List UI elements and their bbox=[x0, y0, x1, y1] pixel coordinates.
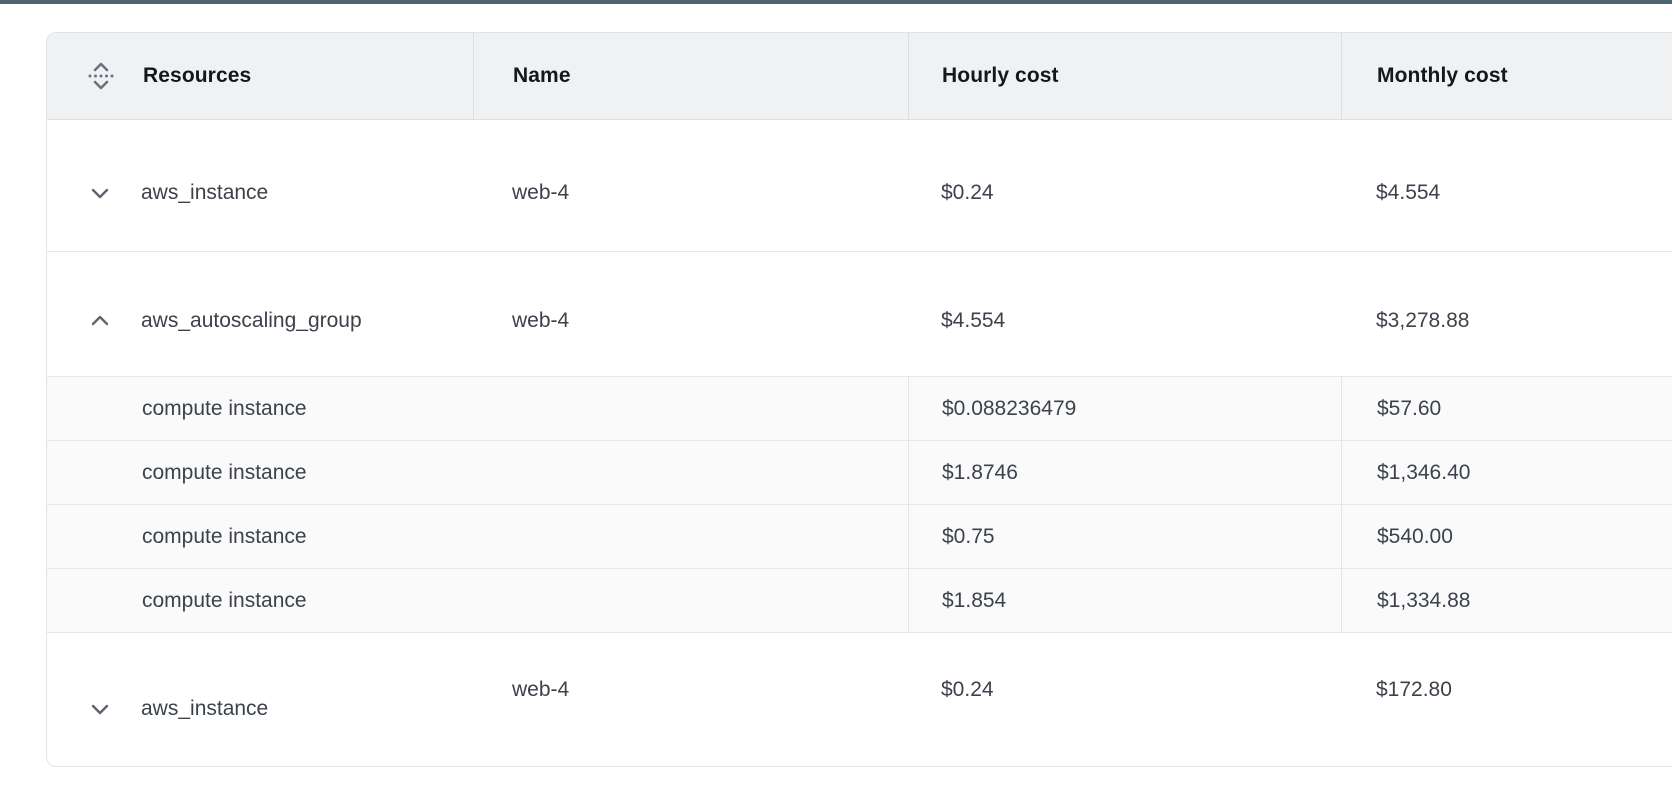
cost-component-label: compute instance bbox=[142, 461, 307, 485]
cost-component-row: compute instance $0.088236479 $57.60 bbox=[47, 376, 1672, 440]
resource-name-value: web-4 bbox=[512, 309, 569, 333]
move-vertical-icon[interactable] bbox=[86, 60, 116, 92]
chevron-down-icon[interactable] bbox=[87, 696, 113, 722]
hourly-cost-cell: $0.088236479 bbox=[908, 377, 1341, 440]
resource-row[interactable]: aws_instance web-4 $0.24 $172.80 bbox=[47, 632, 1672, 766]
monthly-cost-cell: $172.80 bbox=[1341, 633, 1672, 766]
cost-component-cell: compute instance bbox=[47, 505, 908, 568]
table-header-row: Resources Name Hourly cost Monthly cost bbox=[47, 33, 1672, 120]
monthly-cost-value: $4.554 bbox=[1376, 181, 1440, 205]
column-header-resources: Resources bbox=[47, 33, 473, 119]
resource-cell-content: compute instance bbox=[142, 461, 307, 485]
monthly-cost-value: $1,346.40 bbox=[1377, 461, 1470, 485]
monthly-cost-cell: $57.60 bbox=[1341, 377, 1672, 440]
resource-cell-content: compute instance bbox=[142, 589, 307, 613]
hourly-cost-cell: $0.75 bbox=[908, 505, 1341, 568]
resource-cell-content: aws_instance bbox=[87, 180, 268, 206]
column-header-monthly-cost: Monthly cost bbox=[1341, 33, 1672, 119]
resource-name-value: web-4 bbox=[512, 678, 569, 702]
monthly-cost-value: $1,334.88 bbox=[1377, 589, 1470, 613]
cost-component-cell: compute instance bbox=[47, 377, 908, 440]
monthly-cost-cell: $1,346.40 bbox=[1341, 441, 1672, 504]
cost-component-label: compute instance bbox=[142, 589, 307, 613]
resource-cell-content: compute instance bbox=[142, 397, 307, 421]
top-accent-bar bbox=[0, 0, 1672, 4]
column-header-label: Resources bbox=[143, 64, 251, 88]
cost-component-label: compute instance bbox=[142, 397, 307, 421]
column-header-label: Monthly cost bbox=[1377, 64, 1508, 88]
resource-row[interactable]: aws_autoscaling_group web-4 $4.554 $3,278.8… bbox=[47, 251, 1672, 376]
column-header-hourly-cost: Hourly cost bbox=[908, 33, 1341, 119]
name-cell: web-4 bbox=[473, 252, 908, 376]
cost-component-row: compute instance $0.75 $540.00 bbox=[47, 504, 1672, 568]
column-header-name: Name bbox=[473, 33, 908, 119]
resource-cell-content: aws_autoscaling_group bbox=[87, 308, 362, 334]
resource-type-label: aws_instance bbox=[141, 697, 268, 721]
resource-name-value: web-4 bbox=[512, 181, 569, 205]
resource-row[interactable]: aws_instance web-4 $0.24 $4.554 bbox=[47, 120, 1672, 251]
hourly-cost-value: $0.24 bbox=[941, 181, 994, 205]
hourly-cost-cell: $1.8746 bbox=[908, 441, 1341, 504]
resource-cell: aws_instance bbox=[47, 633, 473, 766]
column-header-label: Name bbox=[513, 64, 571, 88]
hourly-cost-value: $1.854 bbox=[942, 589, 1006, 613]
hourly-cost-cell: $4.554 bbox=[908, 252, 1341, 376]
resource-cell-content: aws_instance bbox=[87, 696, 268, 722]
hourly-cost-cell: $0.24 bbox=[908, 120, 1341, 251]
name-cell: web-4 bbox=[473, 633, 908, 766]
cost-breakdown-table: Resources Name Hourly cost Monthly cost … bbox=[46, 32, 1672, 767]
monthly-cost-value: $3,278.88 bbox=[1376, 309, 1469, 333]
name-cell: web-4 bbox=[473, 120, 908, 251]
hourly-cost-value: $0.088236479 bbox=[942, 397, 1076, 421]
resource-type-label: aws_instance bbox=[141, 181, 268, 205]
column-header-label: Hourly cost bbox=[942, 64, 1059, 88]
monthly-cost-cell: $540.00 bbox=[1341, 505, 1672, 568]
monthly-cost-cell: $3,278.88 bbox=[1341, 252, 1672, 376]
monthly-cost-cell: $4.554 bbox=[1341, 120, 1672, 251]
monthly-cost-value: $540.00 bbox=[1377, 525, 1453, 549]
resource-cell: aws_instance bbox=[47, 120, 473, 251]
monthly-cost-cell: $1,334.88 bbox=[1341, 569, 1672, 632]
cost-component-cell: compute instance bbox=[47, 441, 908, 504]
cost-component-label: compute instance bbox=[142, 525, 307, 549]
chevron-down-icon[interactable] bbox=[87, 180, 113, 206]
hourly-cost-value: $0.75 bbox=[942, 525, 995, 549]
resource-cell: aws_autoscaling_group bbox=[47, 252, 473, 376]
hourly-cost-value: $0.24 bbox=[941, 678, 994, 702]
hourly-cost-cell: $0.24 bbox=[908, 633, 1341, 766]
cost-component-row: compute instance $1.8746 $1,346.40 bbox=[47, 440, 1672, 504]
table-body: aws_instanceweb-4$0.24$4.554aws_autoscal… bbox=[47, 120, 1672, 766]
resource-type-label: aws_autoscaling_group bbox=[141, 309, 362, 333]
monthly-cost-value: $57.60 bbox=[1377, 397, 1441, 421]
chevron-up-icon[interactable] bbox=[87, 308, 113, 334]
cost-component-cell: compute instance bbox=[47, 569, 908, 632]
hourly-cost-value: $4.554 bbox=[941, 309, 1005, 333]
monthly-cost-value: $172.80 bbox=[1376, 678, 1452, 702]
resource-cell-content: compute instance bbox=[142, 525, 307, 549]
hourly-cost-cell: $1.854 bbox=[908, 569, 1341, 632]
hourly-cost-value: $1.8746 bbox=[942, 461, 1018, 485]
cost-component-row: compute instance $1.854 $1,334.88 bbox=[47, 568, 1672, 632]
